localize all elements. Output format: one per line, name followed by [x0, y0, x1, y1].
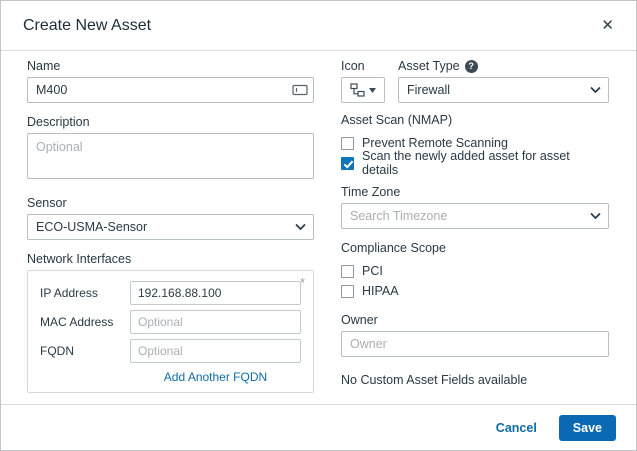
add-fqdn-row: Add Another FQDN [40, 370, 301, 384]
icon-label: Icon [341, 59, 365, 73]
sensor-select[interactable]: ECO-USMA-Sensor [27, 214, 314, 240]
dialog-header: Create New Asset ✕ [1, 1, 636, 51]
close-icon[interactable]: ✕ [597, 14, 618, 37]
interface-row-mac: MAC Address [40, 310, 301, 334]
scan-new-asset-option[interactable]: Scan the newly added asset for asset det… [341, 153, 609, 173]
dialog-footer: Cancel Save [1, 404, 636, 450]
icon-select[interactable] [341, 77, 385, 103]
required-marker: * [300, 275, 305, 290]
asset-type-field: Asset Type ? Firewall [398, 59, 609, 103]
time-zone-placeholder: Search Timezone [350, 209, 447, 223]
checkbox-label: Prevent Remote Scanning [362, 136, 508, 150]
compliance-scope-label: Compliance Scope [341, 241, 609, 255]
hipaa-option[interactable]: HIPAA [341, 281, 609, 301]
sensor-select-value: ECO-USMA-Sensor [36, 220, 147, 234]
right-column: Icon Asset Type ? [341, 59, 609, 404]
fqdn-input[interactable] [130, 339, 301, 363]
chevron-down-icon [295, 224, 306, 231]
cancel-button[interactable]: Cancel [496, 421, 537, 435]
ip-address-label: IP Address [40, 286, 130, 300]
left-column: Name Description Sensor ECO-USMA-Sensor [27, 59, 314, 404]
checkbox-label: HIPAA [362, 284, 399, 298]
sensor-label: Sensor [27, 196, 314, 210]
caret-down-icon [369, 88, 376, 93]
custom-fields-note: No Custom Asset Fields available [341, 373, 609, 387]
chevron-down-icon [590, 213, 601, 220]
interface-row-fqdn: FQDN [40, 339, 301, 363]
description-field: Description [27, 115, 314, 184]
network-interfaces-label: Network Interfaces [27, 252, 314, 266]
prevent-remote-scanning-checkbox[interactable] [341, 137, 354, 150]
mac-address-label: MAC Address [40, 315, 130, 329]
sensor-field: Sensor ECO-USMA-Sensor [27, 196, 314, 240]
chevron-down-icon [590, 87, 601, 94]
save-button[interactable]: Save [559, 415, 616, 441]
fqdn-label: FQDN [40, 344, 130, 358]
description-label: Description [27, 115, 314, 129]
spacer [40, 370, 130, 384]
pci-option[interactable]: PCI [341, 261, 609, 281]
owner-input[interactable] [341, 331, 609, 357]
create-new-asset-dialog: Create New Asset ✕ Name Description Sens… [0, 0, 637, 451]
description-input[interactable] [27, 133, 314, 179]
name-field: Name [27, 59, 314, 103]
owner-field: Owner [341, 313, 609, 357]
icon-field: Icon [341, 59, 385, 103]
network-hierarchy-icon [350, 83, 365, 97]
help-icon[interactable]: ? [465, 60, 478, 73]
asset-scan-label: Asset Scan (NMAP) [341, 113, 609, 127]
hipaa-checkbox[interactable] [341, 285, 354, 298]
time-zone-select[interactable]: Search Timezone [341, 203, 609, 229]
pci-checkbox[interactable] [341, 265, 354, 278]
scan-new-asset-checkbox[interactable] [341, 157, 354, 170]
asset-type-select-value: Firewall [407, 83, 450, 97]
asset-type-label: Asset Type [398, 59, 460, 73]
add-another-fqdn-link[interactable]: Add Another FQDN [130, 370, 301, 384]
checkbox-label: Scan the newly added asset for asset det… [362, 149, 609, 177]
name-label: Name [27, 59, 314, 73]
time-zone-field: Time Zone Search Timezone [341, 185, 609, 229]
mac-address-input[interactable] [130, 310, 301, 334]
ip-address-input[interactable] [130, 281, 301, 305]
name-input[interactable] [27, 77, 314, 103]
text-entry-icon[interactable] [292, 84, 308, 96]
network-interfaces-section: Network Interfaces * IP Address MAC Addr… [27, 252, 314, 404]
interface-box: * IP Address MAC Address FQDN [27, 270, 314, 393]
dialog-body: Name Description Sensor ECO-USMA-Sensor [1, 51, 636, 404]
time-zone-label: Time Zone [341, 185, 609, 199]
interface-row-ip: IP Address [40, 281, 301, 305]
checkbox-label: PCI [362, 264, 383, 278]
icon-and-type-row: Icon Asset Type ? [341, 59, 609, 103]
owner-label: Owner [341, 313, 609, 327]
asset-type-select[interactable]: Firewall [398, 77, 609, 103]
asset-scan-section: Asset Scan (NMAP) Prevent Remote Scannin… [341, 113, 609, 173]
compliance-scope-section: Compliance Scope PCI HIPAA [341, 241, 609, 301]
dialog-title: Create New Asset [23, 17, 597, 35]
